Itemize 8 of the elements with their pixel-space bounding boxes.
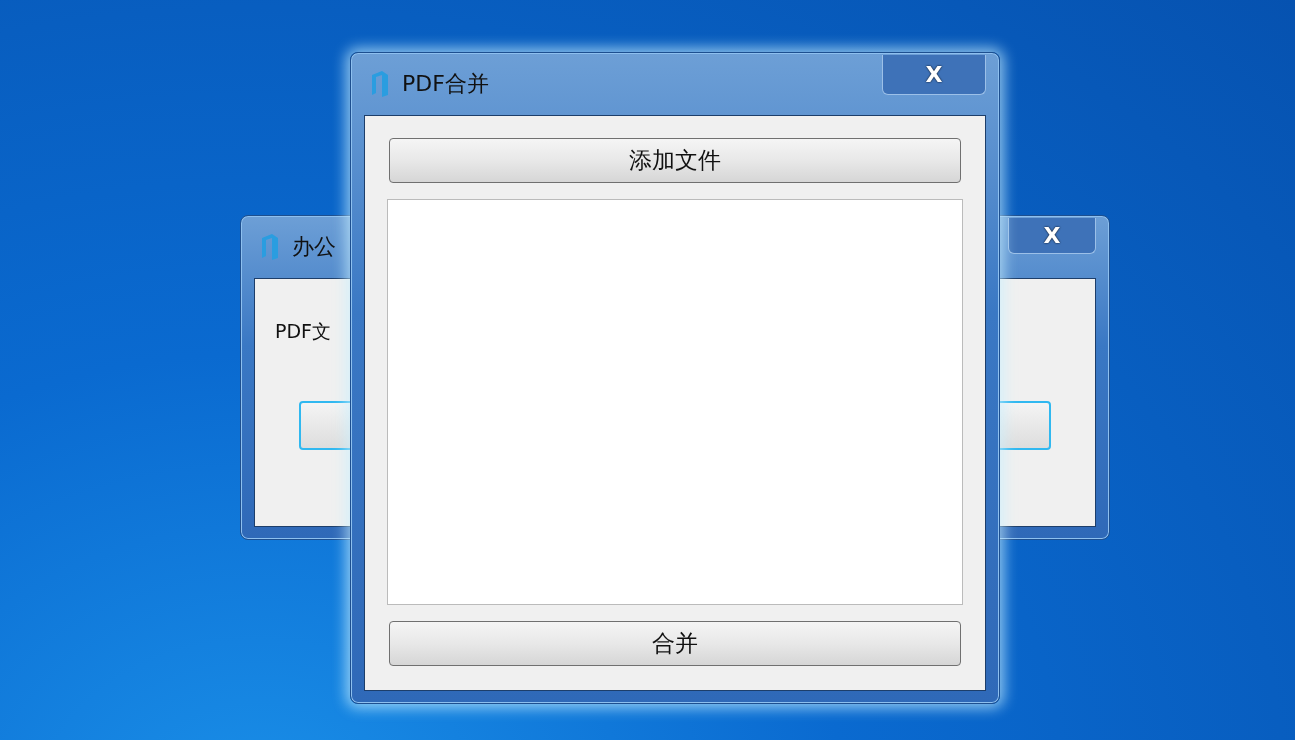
close-button[interactable]: X: [882, 55, 986, 95]
file-list[interactable]: [387, 199, 963, 605]
close-button[interactable]: X: [1008, 218, 1096, 254]
add-file-button[interactable]: 添加文件: [389, 138, 961, 183]
window-title: 办公: [292, 233, 336, 261]
window-title: PDF合并: [402, 70, 489, 98]
label-text: PDF文: [275, 319, 333, 344]
merge-button[interactable]: 合并: [389, 621, 961, 666]
